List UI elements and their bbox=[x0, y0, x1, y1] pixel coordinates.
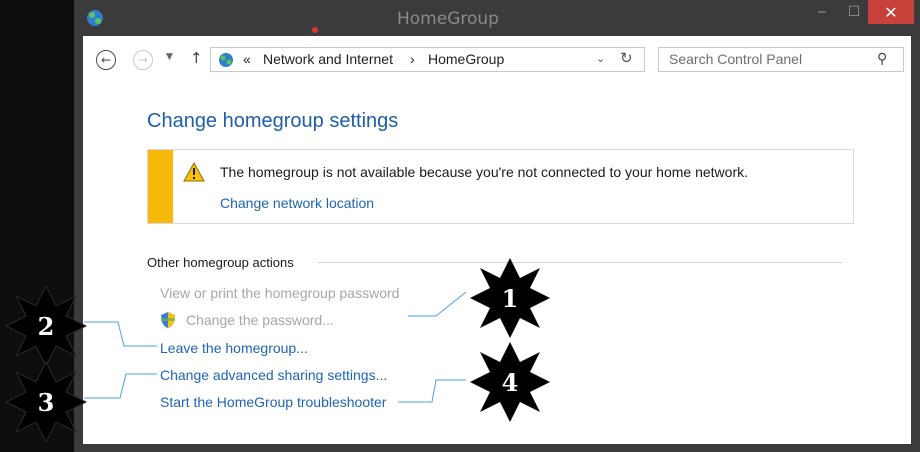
callout-number-4: 4 bbox=[502, 368, 519, 397]
callout-1-line bbox=[408, 291, 467, 317]
callout-number-2: 2 bbox=[38, 312, 55, 341]
callout-number-1: 1 bbox=[502, 284, 519, 313]
callout-badge-4: 4 bbox=[470, 342, 550, 422]
callout-badge-3: 3 bbox=[4, 360, 88, 444]
callout-3-line bbox=[84, 373, 157, 399]
callout-4-line bbox=[398, 379, 466, 403]
callout-2-line bbox=[84, 321, 157, 347]
callout-badge-1: 1 bbox=[470, 258, 550, 338]
callout-number-3: 3 bbox=[38, 388, 55, 417]
callout-connectors bbox=[84, 291, 467, 403]
callout-badge-2: 2 bbox=[4, 284, 88, 368]
